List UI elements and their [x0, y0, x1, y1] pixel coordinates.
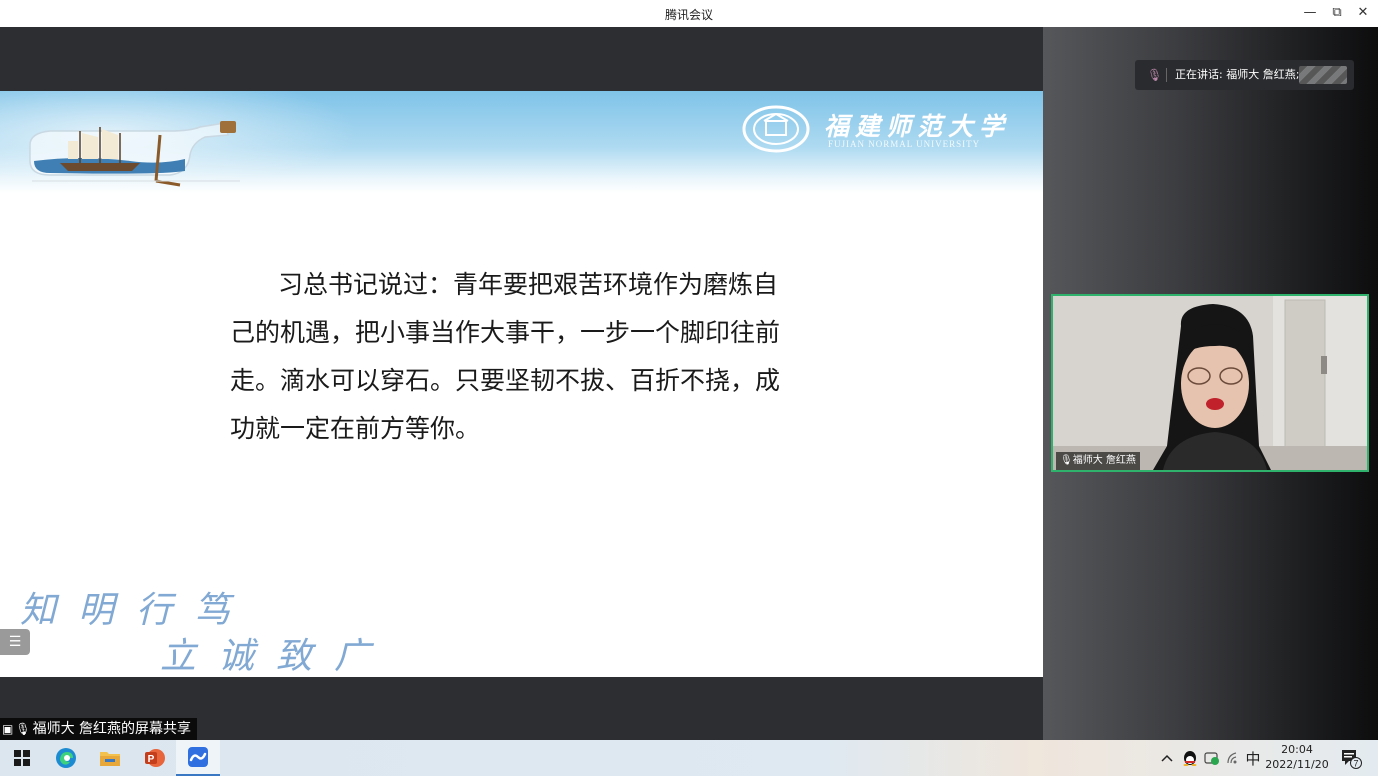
- participant-video-tile[interactable]: 🎙福师大 詹红燕: [1051, 294, 1369, 472]
- edge-taskbar-button[interactable]: [44, 740, 88, 776]
- speaking-indicator: 🎙 正在讲话: 福师大 詹红燕;: [1135, 60, 1354, 90]
- svg-text:P: P: [148, 754, 155, 765]
- powerpoint-taskbar-button[interactable]: P: [132, 740, 176, 776]
- restore-button[interactable]: ⧉: [1326, 4, 1348, 22]
- speaking-microphone-icon: 🎙: [1147, 68, 1163, 82]
- motto-line-1: 知明行笃: [20, 590, 253, 631]
- list-menu-icon[interactable]: ☰: [0, 629, 30, 655]
- powerpoint-icon: P: [145, 749, 165, 767]
- microphone-icon: 🎙: [15, 722, 31, 736]
- minimize-button[interactable]: —: [1299, 4, 1321, 22]
- notification-count: 7: [1353, 759, 1358, 769]
- clock-date: 2022/11/20: [1265, 758, 1329, 771]
- notification-icon: 7: [1342, 750, 1362, 769]
- folder-icon: [100, 752, 120, 766]
- university-name-en: FUJIAN NORMAL UNIVERSITY: [828, 139, 981, 149]
- slide-banner: 福建师范大学 FUJIAN NORMAL UNIVERSITY: [0, 91, 1043, 193]
- participant-video: [1053, 296, 1367, 470]
- wechat-tray-button[interactable]: [1202, 740, 1222, 776]
- participant-name-label: 🎙福师大 詹红燕: [1056, 452, 1140, 470]
- tencent-meeting-taskbar-button[interactable]: [176, 740, 220, 776]
- tencent-meeting-icon: [188, 747, 208, 767]
- window-title: 腾讯会议: [664, 8, 713, 22]
- windows-taskbar: P 中 20:04 2022/11/20 7: [0, 740, 1378, 776]
- shared-slide: 福建师范大学 FUJIAN NORMAL UNIVERSITY 习总书记说过：青…: [0, 91, 1043, 677]
- title-bar: 腾讯会议 — ⧉ ✕: [0, 0, 1378, 27]
- chevron-up-icon: [1161, 754, 1173, 762]
- screen-share-icon: ▣: [2, 722, 14, 736]
- clock-time: 20:04: [1281, 743, 1313, 756]
- ship-in-bottle-image: [29, 121, 240, 187]
- university-seal-icon: [742, 105, 810, 153]
- speaking-text: 正在讲话: 福师大 詹红燕;: [1175, 68, 1300, 81]
- motto-line-2: 立诚致广: [160, 636, 393, 677]
- taskbar-clock[interactable]: 20:04 2022/11/20: [1262, 742, 1332, 772]
- screen-share-label: ▣ 🎙 福师大 詹红燕的屏幕共享: [0, 718, 198, 740]
- notification-center-button[interactable]: 7: [1338, 740, 1364, 776]
- close-button[interactable]: ✕: [1352, 4, 1374, 22]
- shared-screen-area: 福建师范大学 FUJIAN NORMAL UNIVERSITY 习总书记说过：青…: [0, 27, 1043, 740]
- edge-icon: [56, 748, 76, 768]
- show-hidden-icons-button[interactable]: [1158, 740, 1176, 776]
- windows-start-button[interactable]: [0, 740, 44, 776]
- blurred-region: [1299, 66, 1347, 84]
- windows-logo-icon: [14, 750, 30, 766]
- app-tray-icon: [1204, 752, 1219, 765]
- input-method-indicator[interactable]: 中: [1244, 740, 1262, 776]
- wifi-icon: [1227, 752, 1237, 764]
- university-motto: 知明行笃 立诚致广: [20, 571, 400, 677]
- university-name: 福建师范大学: [824, 112, 1011, 141]
- microphone-icon: 🎙: [1060, 455, 1073, 466]
- university-logo: 福建师范大学 FUJIAN NORMAL UNIVERSITY: [742, 105, 1014, 153]
- qq-penguin-icon: [1183, 751, 1197, 766]
- network-tray-button[interactable]: [1224, 740, 1244, 776]
- qq-tray-button[interactable]: [1180, 740, 1200, 776]
- file-explorer-taskbar-button[interactable]: [88, 740, 132, 776]
- slide-body-text: 习总书记说过：青年要把艰苦环境作为磨炼自己的机遇，把小事当作大事干，一步一个脚印…: [230, 270, 781, 443]
- participant-panel: 🎙 正在讲话: 福师大 詹红燕; 🎙福师大 詹红燕: [1043, 27, 1378, 740]
